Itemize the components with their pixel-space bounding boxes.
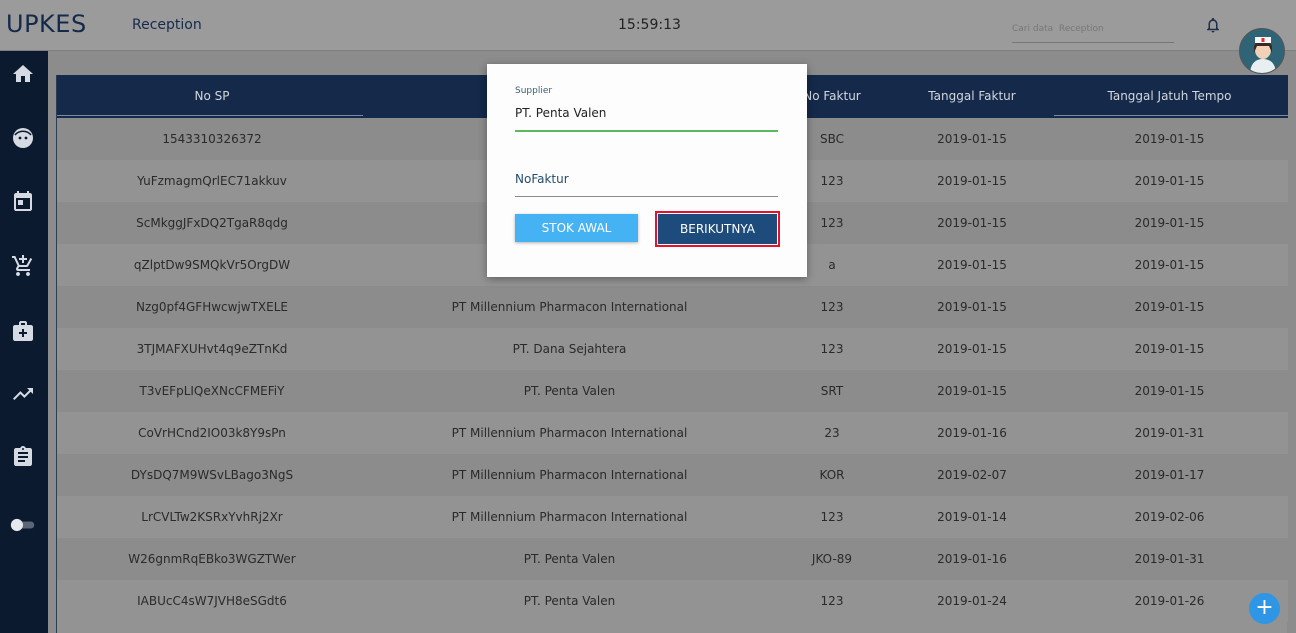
cell-no-sp: 1543310326372: [162, 132, 262, 146]
clock: 15:59:13: [618, 17, 681, 33]
cell-tanggal-jatuh-tempo: 2019-01-15: [1134, 216, 1205, 230]
toggle-icon[interactable]: [10, 512, 36, 538]
cell-tanggal-jatuh-tempo: 2019-01-26: [1134, 594, 1205, 608]
cell-no-sp: IABUcC4sW7JVH8eSGdt6: [137, 594, 287, 608]
cell-tanggal-faktur: 2019-01-14: [937, 510, 1007, 524]
header-tanggal-jatuh-tempo[interactable]: Tanggal Jatuh Tempo: [1097, 89, 1242, 103]
table-row[interactable]: W26gnmRqEBko3WGZTWer PT. Penta Valen JKO-8…: [57, 538, 1288, 580]
cell-tanggal-faktur: 2019-01-16: [937, 552, 1007, 566]
page-title: Reception: [132, 17, 202, 33]
cell-no-sp: LrCVLTw2KSRxYvhRj2Xr: [141, 510, 283, 524]
top-bar: UPKES Reception 15:59:13: [0, 0, 1296, 51]
cell-no-faktur: JKO-89: [811, 552, 853, 566]
cell-supplier: PT Millennium Pharmacon International: [451, 426, 688, 440]
cell-tanggal-faktur: 2019-01-15: [937, 258, 1007, 272]
cell-tanggal-faktur: 2019-01-15: [937, 384, 1007, 398]
cell-tanggal-jatuh-tempo: 2019-01-15: [1134, 342, 1205, 356]
search-box[interactable]: [1012, 16, 1174, 43]
supplier-underline: [515, 130, 778, 132]
stok-awal-button[interactable]: STOK AWAL: [515, 214, 638, 242]
cell-supplier: PT. Penta Valen: [523, 552, 616, 566]
cell-tanggal-jatuh-tempo: 2019-01-17: [1134, 468, 1205, 482]
cell-no-sp: W26gnmRqEBko3WGZTWer: [128, 552, 296, 566]
cell-no-faktur: 123: [820, 342, 844, 356]
header-divider: [1054, 115, 1288, 116]
cell-tanggal-jatuh-tempo: 2019-01-15: [1134, 258, 1205, 272]
cell-supplier: PT Millennium Pharmacon International: [451, 468, 688, 482]
cell-tanggal-faktur: 2019-01-15: [937, 342, 1007, 356]
trending-up-icon[interactable]: [10, 381, 36, 407]
cell-supplier: PT. Penta Valen: [523, 384, 616, 398]
nofaktur-field[interactable]: NoFaktur: [515, 172, 569, 186]
clipboard-icon[interactable]: [10, 444, 36, 470]
cell-tanggal-jatuh-tempo: 2019-01-15: [1134, 384, 1205, 398]
cell-no-sp: T3vEFpLIQeXNcCFMEFiY: [139, 384, 285, 398]
search-input[interactable]: [1012, 24, 1174, 34]
header-tanggal-faktur[interactable]: Tanggal Faktur: [917, 89, 1027, 103]
header-divider: [57, 115, 363, 116]
supplier-field[interactable]: PT. Penta Valen: [515, 106, 606, 120]
cell-tanggal-faktur: 2019-01-24: [937, 594, 1007, 608]
table-row[interactable]: IABUcC4sW7JVH8eSGdt6 PT. Penta Valen 123 20…: [57, 580, 1288, 622]
cell-tanggal-jatuh-tempo: 2019-02-06: [1134, 510, 1205, 524]
nurse-avatar[interactable]: [1239, 28, 1285, 74]
table-row[interactable]: LrCVLTw2KSRxYvhRj2Xr PT Millennium Pharma…: [57, 496, 1288, 538]
cell-no-faktur: 123: [820, 300, 844, 314]
supplier-label: Supplier: [515, 86, 553, 96]
cell-no-faktur: 123: [820, 510, 844, 524]
cell-no-faktur: 123: [820, 594, 844, 608]
cell-tanggal-faktur: 2019-01-15: [937, 174, 1007, 188]
cell-no-sp: qZlptDw9SMQkVr5OrgDW: [133, 258, 291, 272]
cell-no-sp: 3TJMAFXUHvt4q9eZTnKd: [136, 342, 288, 356]
cell-tanggal-faktur: 2019-01-15: [937, 216, 1007, 230]
cell-supplier: PT Millennium Pharmacon International: [451, 510, 688, 524]
cell-tanggal-faktur: 2019-01-15: [937, 300, 1007, 314]
face-icon[interactable]: [10, 125, 36, 151]
add-fab-button[interactable]: +: [1249, 593, 1280, 624]
cell-no-faktur: KOR: [819, 468, 845, 482]
cell-no-sp: CoVrHCnd2IO03k8Y9sPn: [138, 426, 286, 440]
cell-no-sp: ScMkggJFxDQ2TgaR8qdg: [136, 216, 288, 230]
cell-no-sp: Nzg0pf4GFHwcwjwTXELE: [135, 300, 288, 314]
table-row[interactable]: Nzg0pf4GFHwcwjwTXELE PT Millennium Pharma…: [57, 286, 1288, 328]
app-brand[interactable]: UPKES: [6, 10, 87, 38]
cell-tanggal-jatuh-tempo: 2019-01-31: [1134, 552, 1205, 566]
cell-tanggal-faktur: 2019-01-16: [937, 426, 1007, 440]
medical-box-icon[interactable]: [10, 318, 36, 344]
home-icon[interactable]: [10, 61, 36, 87]
berikutnya-button[interactable]: BERIKUTNYA: [658, 214, 777, 244]
cell-no-faktur: 23: [824, 426, 840, 440]
header-no-sp[interactable]: No SP: [162, 89, 262, 103]
table-row[interactable]: DYsDQ7M9WSvLBago3NgS PT Millennium Pharma…: [57, 454, 1288, 496]
cell-supplier: PT Millennium Pharmacon International: [451, 300, 688, 314]
cell-no-sp: DYsDQ7M9WSvLBago3NgS: [130, 468, 294, 482]
bell-icon[interactable]: [1204, 16, 1222, 34]
cart-add-icon[interactable]: [10, 253, 36, 279]
cell-no-sp: YuFzmagmQrlEC71akkuv: [137, 174, 287, 188]
cell-tanggal-faktur: 2019-01-15: [937, 132, 1007, 146]
table-row[interactable]: T3vEFpLIQeXNcCFMEFiY PT. Penta Valen SRT 20…: [57, 370, 1288, 412]
cell-supplier: PT. Penta Valen: [523, 594, 616, 608]
table-row[interactable]: CoVrHCnd2IO03k8Y9sPn PT Millennium Pharma…: [57, 412, 1288, 454]
sidebar: [0, 51, 48, 633]
cell-tanggal-jatuh-tempo: 2019-01-15: [1134, 300, 1205, 314]
table-row[interactable]: 3TJMAFXUHvt4q9eZTnKd PT. Dana Sejahtera 12…: [57, 328, 1288, 370]
cell-no-faktur: SRT: [820, 384, 844, 398]
cell-tanggal-faktur: 2019-02-07: [937, 468, 1007, 482]
supplier-dialog: Supplier PT. Penta Valen NoFaktur STOK A…: [487, 64, 807, 277]
cell-tanggal-jatuh-tempo: 2019-01-15: [1134, 132, 1205, 146]
cell-supplier: PT. Dana Sejahtera: [512, 342, 627, 356]
nofaktur-underline: [515, 196, 778, 197]
cell-tanggal-jatuh-tempo: 2019-01-31: [1134, 426, 1205, 440]
calendar-icon[interactable]: [10, 188, 36, 214]
cell-tanggal-jatuh-tempo: 2019-01-15: [1134, 174, 1205, 188]
